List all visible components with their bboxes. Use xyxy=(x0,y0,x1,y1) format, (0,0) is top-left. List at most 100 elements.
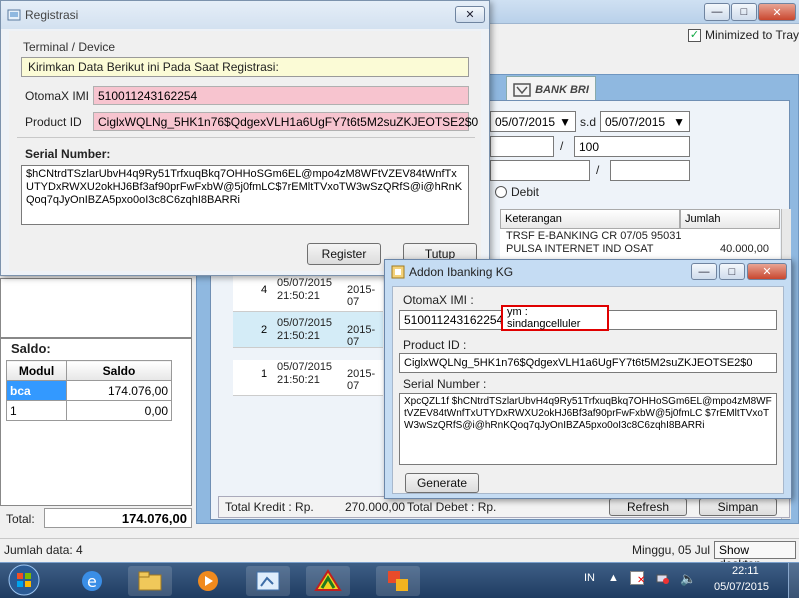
addon-serial-textarea[interactable]: XpcQZL1f $hCNtrdTSzlarUbvH4q9Ry51TrfxuqB… xyxy=(399,393,777,465)
total-value-field: 174.076,00 xyxy=(44,508,192,528)
serial-number-value: $hCNtrdTSzlarUbvH4q9Ry51TrfxuqBkq7OHHoSG… xyxy=(26,168,463,206)
reg-imi-field[interactable]: 510011243162254 xyxy=(93,86,469,105)
tab-bank-bri[interactable]: BANK BRI xyxy=(506,76,596,102)
totals-strip: Total Kredit : Rp. 270.000,00 Total Debe… xyxy=(218,496,790,518)
addon-maximize-button[interactable]: □ xyxy=(719,263,745,280)
range-to-value: 100 xyxy=(579,139,600,154)
maximize-icon: □ xyxy=(728,265,736,278)
column-header-keterangan-label: Keterangan xyxy=(505,213,562,225)
register-button[interactable]: Register xyxy=(307,243,381,265)
close-icon: ✕ xyxy=(772,6,782,19)
minimized-to-tray-toggle[interactable]: ✓ Minimized to Tray xyxy=(688,28,799,42)
search-input-1[interactable] xyxy=(490,160,590,181)
bank-logo-icon xyxy=(513,82,531,97)
debit-radio-option[interactable]: Debit xyxy=(495,185,539,199)
range-to-input[interactable]: 100 xyxy=(574,136,690,157)
show-desktop-tooltip: Show desktop xyxy=(714,541,796,571)
row-time: 21:50:21 xyxy=(277,330,320,342)
taskbar-internet-explorer[interactable]: e xyxy=(70,566,114,596)
show-desktop-button[interactable] xyxy=(788,563,799,598)
minimize-button[interactable]: — xyxy=(704,3,730,21)
sd-label: s.d xyxy=(580,115,597,129)
volume-icon[interactable]: 🔈 xyxy=(680,571,696,586)
column-header-modul[interactable]: Modul xyxy=(6,360,67,381)
saldo-value: 0,00 xyxy=(66,400,172,421)
taskbar-media-player[interactable] xyxy=(186,566,230,596)
app-window-icon xyxy=(256,571,280,591)
search-input-2[interactable] xyxy=(610,160,690,181)
column-header-jumlah[interactable]: Jumlah xyxy=(680,209,780,229)
date-from-picker[interactable]: 05/07/2015 ▼ xyxy=(490,111,576,132)
clock-date[interactable]: 05/07/2015 xyxy=(714,581,769,593)
saldo-table: Modul Saldo bca 174.076,00 1 0,00 xyxy=(6,360,172,421)
addon-imi-value: 510011243162254 xyxy=(404,313,504,327)
addon-close-button[interactable]: ✕ xyxy=(747,263,787,280)
ym-highlight[interactable]: ym : sindangcelluler xyxy=(501,305,609,331)
table-row[interactable]: 1 05/07/2015 21:50:21 2015-07 xyxy=(233,360,383,396)
tray-expand-button[interactable]: ▲ xyxy=(608,572,619,584)
row-index: 4 xyxy=(261,284,268,296)
saldo-modul: 1 xyxy=(6,400,67,421)
reg-product-id-value: CiglxWQLNg_5HK1n76$QdgexVLH1a6UgFY7t6t5M… xyxy=(98,114,479,129)
simpan-button[interactable]: Simpan xyxy=(699,498,777,516)
taskbar-explorer[interactable] xyxy=(128,566,172,596)
network-icon[interactable] xyxy=(656,571,670,585)
debit-radio[interactable] xyxy=(495,186,507,198)
addon-minimize-button[interactable]: — xyxy=(691,263,717,280)
reg-imi-value: 510011243162254 xyxy=(98,88,198,103)
maximize-icon: □ xyxy=(740,6,748,18)
slash-1: / xyxy=(560,139,564,153)
reg-imi-label: OtomaX IMI xyxy=(25,89,90,103)
total-kredit-value: 270.000,00 xyxy=(345,500,406,514)
ym-value: ym : sindangcelluler xyxy=(507,306,581,330)
addon-imi-field[interactable]: 510011243162254 xyxy=(399,310,503,330)
start-button[interactable] xyxy=(4,563,44,597)
column-header-saldo[interactable]: Saldo xyxy=(66,360,172,381)
media-player-icon xyxy=(198,571,218,591)
maximize-button[interactable]: □ xyxy=(731,3,757,21)
row-date2: 2015-07 xyxy=(347,324,376,348)
addon-serial-value: XpcQZL1f $hCNtrdTSzlarUbvH4q9Ry51TrfxuqB… xyxy=(404,396,772,431)
saldo-header-row: Modul Saldo xyxy=(6,360,172,381)
saldo-modul: bca xyxy=(6,380,67,401)
row-date: 05/07/2015 xyxy=(277,361,333,373)
row-jumlah: 40.000,00 xyxy=(720,243,769,255)
total-label: Total: xyxy=(6,512,35,526)
close-button[interactable]: ✕ xyxy=(758,3,796,21)
windows-start-icon xyxy=(8,564,40,596)
table-row[interactable]: 2 05/07/2015 21:50:21 2015-07 xyxy=(233,312,383,348)
row-time: 21:50:21 xyxy=(277,290,320,302)
addon-product-id-field[interactable]: CiglxWQLNg_5HK1n76$QdgexVLH1a6UgFY7t6t5M… xyxy=(399,353,777,373)
taskbar-app-window[interactable] xyxy=(246,566,290,596)
clock-time[interactable]: 22:11 xyxy=(732,565,759,577)
date-to-picker[interactable]: 05/07/2015 ▼ xyxy=(600,111,690,132)
column-header-keterangan[interactable]: Keterangan xyxy=(500,209,680,229)
serial-number-label: Serial Number: xyxy=(25,147,111,161)
action-center-icon[interactable]: ✕ xyxy=(630,571,645,586)
generate-button[interactable]: Generate xyxy=(405,473,479,493)
chevron-up-icon: ▲ xyxy=(608,572,619,584)
total-debet-label: Total Debet : Rp. xyxy=(407,500,497,514)
refresh-button[interactable]: Refresh xyxy=(609,498,687,516)
table-row[interactable]: 1 0,00 xyxy=(6,400,172,421)
svg-text:e: e xyxy=(87,572,97,591)
serial-number-textarea[interactable]: $hCNtrdTSzlarUbvH4q9Ry51TrfxuqBkq7OHHoSG… xyxy=(21,165,469,225)
row-keterangan-line1: TRSF E-BANKING CR 07/05 95031 xyxy=(506,230,682,242)
range-from-input[interactable] xyxy=(490,136,554,157)
taskbar-otomax[interactable] xyxy=(306,566,350,596)
registrasi-close-button[interactable]: ✕ xyxy=(455,6,485,23)
status-bar: Jumlah data: 4 Minggu, 05 Jul xyxy=(0,538,799,560)
row-date2: 2015-07 xyxy=(347,368,376,392)
instruction-box: Kirimkan Data Berikut ini Pada Saat Regi… xyxy=(21,57,469,77)
table-row[interactable]: bca 174.076,00 xyxy=(6,380,172,401)
table-row[interactable]: TRSF E-BANKING CR 07/05 95031 PULSA INTE… xyxy=(500,229,780,259)
minimize-icon: — xyxy=(711,6,723,18)
addon-app-icon xyxy=(391,265,405,279)
row-date: 05/07/2015 xyxy=(277,317,333,329)
language-indicator[interactable]: IN xyxy=(584,572,595,584)
reg-product-id-field[interactable]: CiglxWQLNg_5HK1n76$QdgexVLH1a6UgFY7t6t5M… xyxy=(93,112,478,131)
jumlah-data: Jumlah data: 4 xyxy=(4,543,83,557)
taskbar-addon[interactable] xyxy=(376,566,420,596)
minimized-to-tray-checkbox[interactable]: ✓ xyxy=(688,28,701,42)
table-row[interactable]: 4 05/07/2015 21:50:21 2015-07 xyxy=(233,276,383,312)
